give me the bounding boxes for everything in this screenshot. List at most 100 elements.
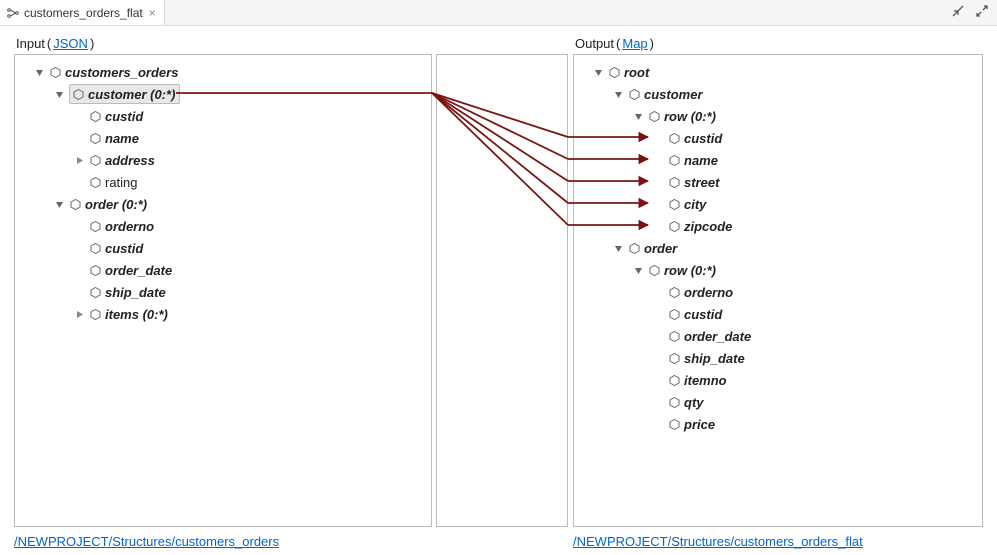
hexagon-icon: [668, 198, 680, 210]
tree-node-name[interactable]: name: [19, 127, 427, 149]
chevron-down-icon[interactable]: [592, 66, 604, 78]
tree-node-rating[interactable]: rating: [19, 171, 427, 193]
tree-node-out-name[interactable]: name: [578, 149, 978, 171]
hexagon-icon: [89, 154, 101, 166]
hexagon-icon: [648, 264, 660, 276]
spacer: [73, 220, 85, 232]
maximize-icon[interactable]: [973, 2, 991, 20]
spacer: [652, 374, 664, 386]
tree-node-order[interactable]: order (0:*): [19, 193, 427, 215]
chevron-down-icon[interactable]: [612, 88, 624, 100]
node-label: customers_orders: [65, 65, 178, 80]
tab-customers-orders-flat[interactable]: customers_orders_flat ×: [0, 0, 165, 25]
hexagon-icon: [89, 176, 101, 188]
spacer: [652, 396, 664, 408]
input-path-anchor[interactable]: /NEWPROJECT/Structures/customers_orders: [14, 534, 279, 549]
tree-node-cust-row[interactable]: row (0:*): [578, 105, 978, 127]
node-label: qty: [684, 395, 704, 410]
window-controls: [949, 2, 991, 20]
hexagon-icon: [89, 110, 101, 122]
spacer: [652, 308, 664, 320]
output-path-link: /NEWPROJECT/Structures/customers_orders_…: [573, 534, 863, 549]
tree-node-out-custid[interactable]: custid: [578, 127, 978, 149]
tree-node-out-zipcode[interactable]: zipcode: [578, 215, 978, 237]
spacer: [73, 110, 85, 122]
chevron-right-icon[interactable]: [73, 154, 85, 166]
minimize-icon[interactable]: [949, 2, 967, 20]
paren-close: ): [90, 36, 94, 51]
node-label: itemno: [684, 373, 727, 388]
hexagon-icon: [89, 286, 101, 298]
chevron-down-icon[interactable]: [632, 110, 644, 122]
tree-node-out-qty[interactable]: qty: [578, 391, 978, 413]
tree-node-order-row[interactable]: row (0:*): [578, 259, 978, 281]
spacer: [652, 418, 664, 430]
hexagon-icon: [668, 352, 680, 364]
node-label: street: [684, 175, 719, 190]
node-label: city: [684, 197, 706, 212]
input-label: Input: [16, 36, 45, 51]
tree-node-customer[interactable]: customer (0:*): [19, 83, 427, 105]
tree-node-out-street[interactable]: street: [578, 171, 978, 193]
input-tree[interactable]: customers_orders customer (0:*) custid n…: [15, 55, 431, 331]
tree-node-customers-orders[interactable]: customers_orders: [19, 61, 427, 83]
node-label: zipcode: [684, 219, 732, 234]
chevron-down-icon[interactable]: [53, 198, 65, 210]
chevron-down-icon[interactable]: [33, 66, 45, 78]
tree-node-out-order-date[interactable]: order_date: [578, 325, 978, 347]
output-path-anchor[interactable]: /NEWPROJECT/Structures/customers_orders_…: [573, 534, 863, 549]
node-label: items (0:*): [105, 307, 168, 322]
tree-node-order-date[interactable]: order_date: [19, 259, 427, 281]
hexagon-icon: [89, 308, 101, 320]
tree-node-out-itemno[interactable]: itemno: [578, 369, 978, 391]
tree-node-out-price[interactable]: price: [578, 413, 978, 435]
tree-node-out-orderno[interactable]: orderno: [578, 281, 978, 303]
output-format-link[interactable]: Map: [622, 36, 647, 51]
node-label: customer: [644, 87, 703, 102]
node-label: address: [105, 153, 155, 168]
close-icon[interactable]: ×: [147, 6, 158, 20]
chevron-down-icon[interactable]: [612, 242, 624, 254]
tree-node-address[interactable]: address: [19, 149, 427, 171]
chevron-down-icon[interactable]: [53, 88, 65, 100]
tree-node-items[interactable]: items (0:*): [19, 303, 427, 325]
tree-node-order-custid[interactable]: custid: [19, 237, 427, 259]
spacer: [652, 198, 664, 210]
node-label: name: [105, 131, 139, 146]
hexagon-icon: [89, 264, 101, 276]
node-label: customer (0:*): [88, 87, 175, 102]
hexagon-icon: [628, 242, 640, 254]
mapping-canvas[interactable]: [436, 54, 568, 527]
spacer: [73, 176, 85, 188]
tree-node-customer[interactable]: customer: [578, 83, 978, 105]
chevron-right-icon[interactable]: [73, 308, 85, 320]
node-label: order_date: [105, 263, 172, 278]
output-tree[interactable]: root customer row (0:*) custid name: [574, 55, 982, 441]
hexagon-icon: [69, 198, 81, 210]
node-label: price: [684, 417, 715, 432]
tree-node-out-order-custid[interactable]: custid: [578, 303, 978, 325]
spacer: [73, 264, 85, 276]
input-format-link[interactable]: JSON: [53, 36, 88, 51]
hexagon-icon: [668, 286, 680, 298]
hexagon-icon: [668, 220, 680, 232]
input-header: Input (JSON): [14, 36, 96, 51]
tree-node-root[interactable]: root: [578, 61, 978, 83]
tab-label: customers_orders_flat: [24, 6, 143, 20]
tree-node-out-order[interactable]: order: [578, 237, 978, 259]
tree-node-out-ship-date[interactable]: ship_date: [578, 347, 978, 369]
tree-node-ship-date[interactable]: ship_date: [19, 281, 427, 303]
spacer: [652, 154, 664, 166]
tree-node-custid[interactable]: custid: [19, 105, 427, 127]
hexagon-icon: [668, 176, 680, 188]
chevron-down-icon[interactable]: [632, 264, 644, 276]
node-label: row (0:*): [664, 109, 716, 124]
hexagon-icon: [668, 330, 680, 342]
hexagon-icon: [668, 396, 680, 408]
node-label: root: [624, 65, 649, 80]
tree-node-orderno[interactable]: orderno: [19, 215, 427, 237]
tree-node-out-city[interactable]: city: [578, 193, 978, 215]
spacer: [73, 286, 85, 298]
node-label: custid: [684, 307, 722, 322]
node-label: order (0:*): [85, 197, 147, 212]
